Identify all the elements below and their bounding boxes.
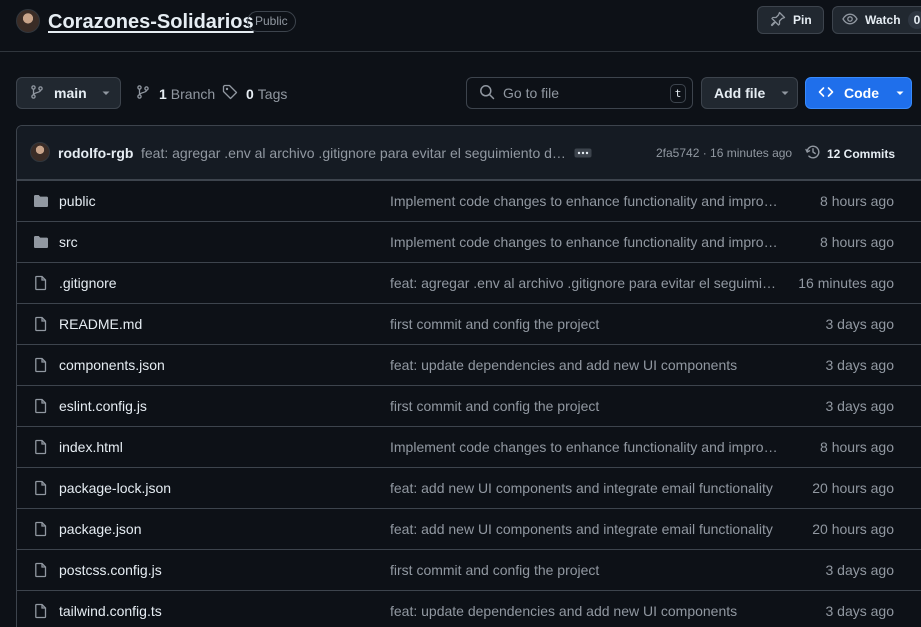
file-row[interactable]: src Implement code changes to enhance fun…: [17, 221, 921, 262]
watch-button[interactable]: Watch 0: [832, 6, 921, 34]
file-row[interactable]: package.json feat: add new UI components …: [17, 508, 921, 549]
commit-sha-time[interactable]: 2fa5742 · 16 minutes ago: [656, 146, 792, 160]
folder-icon: [33, 234, 49, 253]
file-row[interactable]: components.json feat: update dependencies…: [17, 344, 921, 385]
file-name-link[interactable]: components.json: [59, 357, 165, 373]
file-commit-time: 8 hours ago: [820, 234, 894, 250]
author-avatar[interactable]: [30, 142, 50, 162]
eye-icon: [842, 11, 865, 30]
file-commit-time: 3 days ago: [825, 603, 895, 619]
code-icon: [818, 84, 834, 103]
pin-icon: [770, 11, 793, 30]
file-row[interactable]: tailwind.config.ts feat: update dependenc…: [17, 590, 921, 627]
ellipsis-icon[interactable]: [574, 147, 592, 159]
file-name-link[interactable]: postcss.config.js: [59, 562, 162, 578]
file-name-link[interactable]: .gitignore: [59, 275, 117, 291]
file-commit-message[interactable]: feat: add new UI components and integrat…: [390, 521, 778, 537]
branch-selector[interactable]: main: [16, 77, 121, 109]
file-icon: [33, 480, 49, 499]
chevron-down-icon: [895, 85, 905, 101]
repo-name-link[interactable]: Corazones-Solidarios: [48, 9, 254, 35]
file-browser: rodolfo-rgb feat: agregar .env al archiv…: [16, 125, 921, 627]
add-file-button[interactable]: Add file: [701, 77, 798, 109]
visibility-badge: Public: [247, 11, 296, 32]
file-commit-message[interactable]: Implement code changes to enhance functi…: [390, 193, 778, 209]
file-commit-time: 3 days ago: [825, 562, 895, 578]
file-row[interactable]: README.md first commit and config the pro…: [17, 303, 921, 344]
owner-avatar[interactable]: [16, 9, 40, 33]
file-row[interactable]: eslint.config.js first commit and config …: [17, 385, 921, 426]
commit-author[interactable]: rodolfo-rgb: [58, 145, 133, 161]
file-icon: [33, 562, 49, 581]
file-commit-time: 20 hours ago: [812, 521, 894, 537]
branches-link[interactable]: 1 Branch: [135, 84, 215, 103]
file-icon: [33, 398, 49, 417]
file-name-link[interactable]: README.md: [59, 316, 142, 332]
file-name-link[interactable]: tailwind.config.ts: [59, 603, 162, 619]
file-commit-time: 3 days ago: [825, 316, 895, 332]
file-row[interactable]: package-lock.json feat: add new UI compon…: [17, 467, 921, 508]
file-icon: [33, 521, 49, 540]
go-to-file-search[interactable]: Go to file t: [466, 77, 693, 109]
file-name-link[interactable]: eslint.config.js: [59, 398, 147, 414]
code-label: Code: [844, 85, 879, 101]
file-name-link[interactable]: public: [59, 193, 96, 209]
file-icon: [33, 439, 49, 458]
file-commit-message[interactable]: first commit and config the project: [390, 562, 778, 578]
file-row[interactable]: postcss.config.js first commit and config…: [17, 549, 921, 590]
file-name-link[interactable]: index.html: [59, 439, 123, 455]
file-commit-message[interactable]: feat: update dependencies and add new UI…: [390, 603, 778, 619]
tag-icon: [222, 84, 246, 103]
git-branch-icon: [29, 84, 45, 103]
branch-label: Branch: [170, 85, 216, 102]
repo-header: Corazones-Solidarios Public Pin Watch 0: [0, 0, 921, 52]
watch-label: Watch: [865, 13, 901, 27]
code-button[interactable]: Code: [805, 77, 912, 109]
file-row[interactable]: .gitignore feat: agregar .env al archivo …: [17, 262, 921, 303]
file-name-link[interactable]: package-lock.json: [59, 480, 171, 496]
file-commit-time: 16 minutes ago: [798, 275, 894, 291]
file-commit-time: 8 hours ago: [820, 193, 894, 209]
file-commit-message[interactable]: Implement code changes to enhance functi…: [390, 234, 778, 250]
file-row[interactable]: public Implement code changes to enhance …: [17, 180, 921, 221]
watch-count: 0: [907, 11, 921, 29]
tags-link[interactable]: 0 Tags: [222, 84, 287, 103]
chevron-down-icon: [101, 85, 111, 101]
search-icon: [479, 84, 495, 103]
commits-count-label: 12 Commits: [827, 146, 896, 161]
file-commit-message[interactable]: feat: add new UI components and integrat…: [390, 480, 778, 496]
file-commit-message[interactable]: feat: update dependencies and add new UI…: [390, 357, 778, 373]
search-shortcut-key: t: [670, 84, 686, 103]
file-commit-message[interactable]: first commit and config the project: [390, 316, 778, 332]
branch-name: main: [54, 85, 87, 101]
file-icon: [33, 316, 49, 335]
commit-message[interactable]: feat: agregar .env al archivo .gitignore…: [141, 145, 569, 161]
pin-button[interactable]: Pin: [757, 6, 824, 34]
add-file-label: Add file: [714, 85, 766, 101]
search-placeholder: Go to file: [503, 85, 560, 101]
tag-count: 0: [246, 85, 254, 102]
git-branch-icon: [135, 84, 159, 103]
file-icon: [33, 603, 49, 622]
chevron-down-icon: [780, 85, 790, 101]
file-name-link[interactable]: package.json: [59, 521, 142, 537]
file-icon: [33, 357, 49, 376]
folder-icon: [33, 193, 49, 212]
branch-count: 1: [159, 85, 167, 102]
file-commit-time: 3 days ago: [825, 398, 895, 414]
commits-history-link[interactable]: 12 Commits: [805, 144, 895, 163]
tag-label: Tags: [257, 85, 288, 102]
pin-label: Pin: [793, 13, 812, 27]
file-commit-time: 8 hours ago: [820, 439, 894, 455]
history-icon: [805, 144, 827, 163]
file-row[interactable]: index.html Implement code changes to enha…: [17, 426, 921, 467]
file-commit-message[interactable]: feat: agregar .env al archivo .gitignore…: [390, 275, 778, 291]
file-commit-message[interactable]: Implement code changes to enhance functi…: [390, 439, 778, 455]
file-commit-time: 20 hours ago: [812, 480, 894, 496]
file-name-link[interactable]: src: [59, 234, 78, 250]
latest-commit-bar: rodolfo-rgb feat: agregar .env al archiv…: [17, 126, 921, 180]
file-icon: [33, 275, 49, 294]
file-commit-message[interactable]: first commit and config the project: [390, 398, 778, 414]
file-commit-time: 3 days ago: [825, 357, 895, 373]
